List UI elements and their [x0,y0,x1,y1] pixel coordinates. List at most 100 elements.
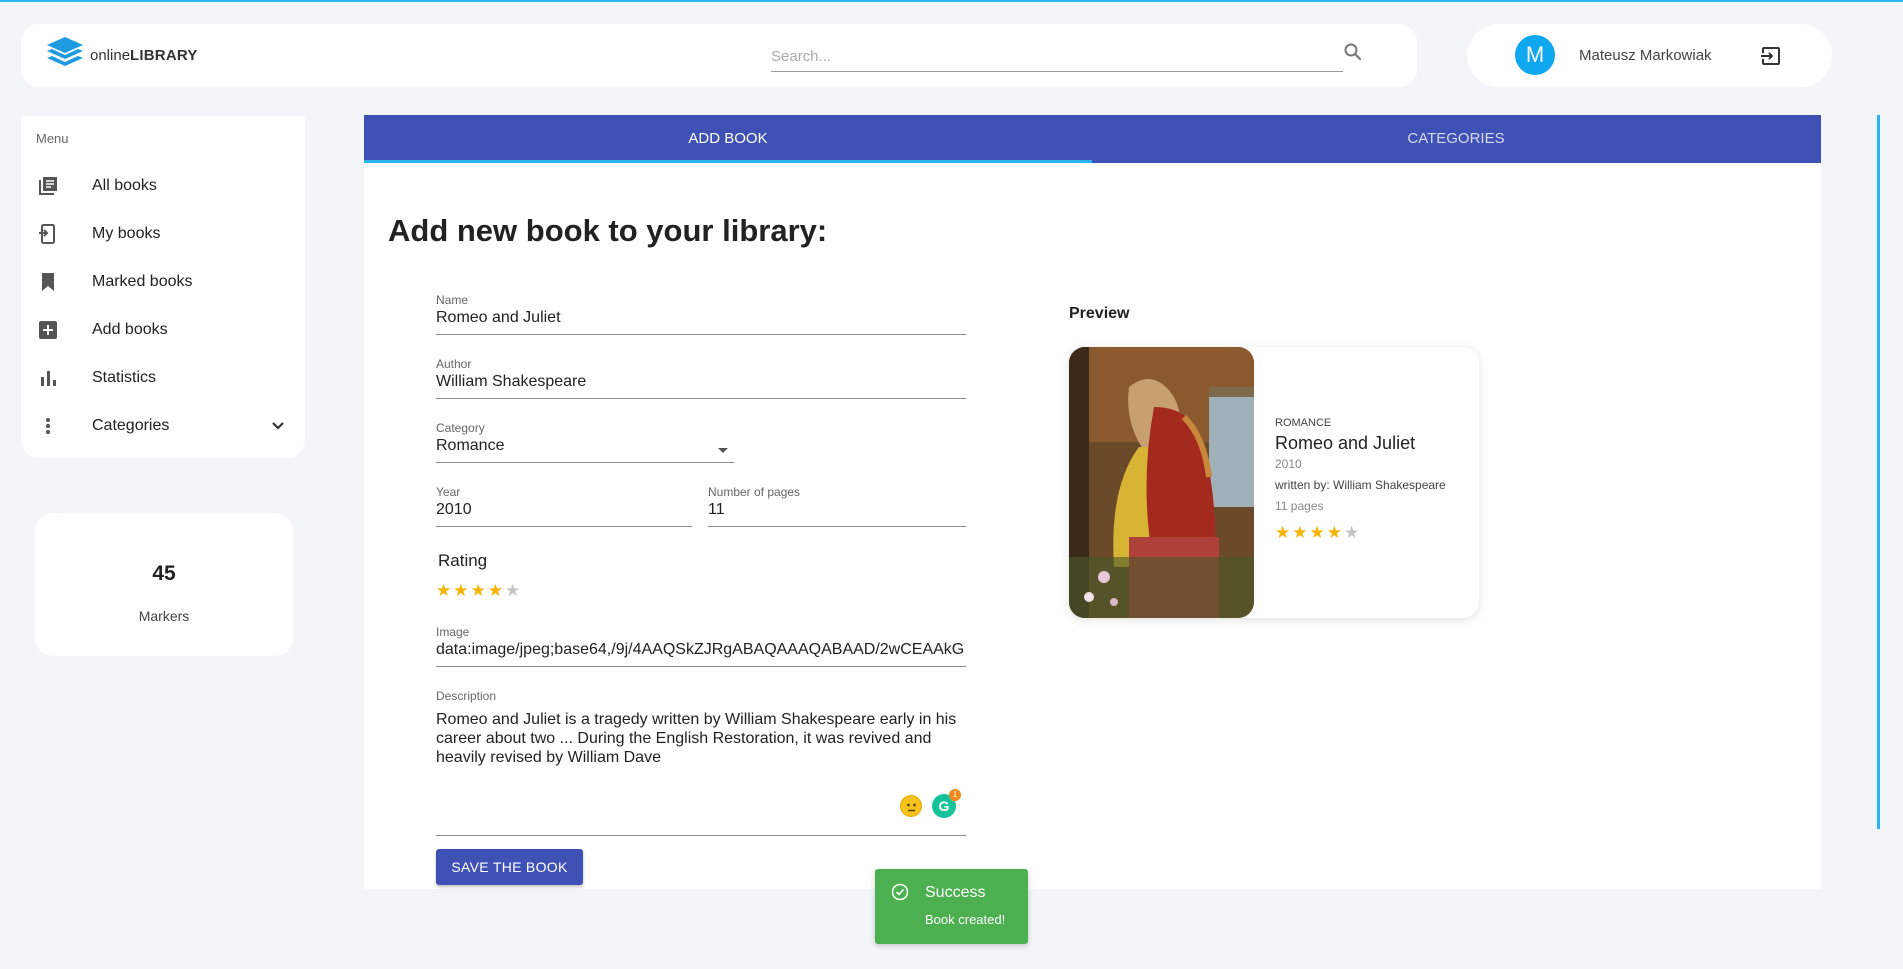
category-label: Category [436,421,485,435]
image-field[interactable]: Image data:image/jpeg;base64,/9j/4AAQSkZ… [436,625,966,667]
field-underline [436,334,966,335]
preview-year: 2010 [1275,457,1302,471]
my-books-icon [39,224,55,244]
chevron-down-icon[interactable] [269,417,287,435]
check-circle-icon [891,883,909,901]
preview-rating-stars: ★ ★ ★ ★ ★ [1275,524,1359,541]
tab-categories[interactable]: CATEGORIES [1092,115,1820,163]
menu-title: Menu [36,131,69,146]
name-field[interactable]: Name Romeo and Juliet [436,293,966,335]
pages-label: Number of pages [708,485,801,499]
field-underline [436,462,734,463]
dropdown-arrow-icon[interactable] [718,448,728,453]
star-icon: ★ [1309,523,1325,542]
toast-title: Success [925,884,986,901]
author-label: Author [436,357,472,371]
pages-field[interactable]: Number of pages 11 [708,485,966,527]
markers-card: 45 Markers [35,513,293,656]
pages-input[interactable]: 11 [708,501,966,519]
layers-logo-icon[interactable] [45,34,85,74]
preview-card[interactable]: ROMANCE Romeo and Juliet 2010 written by… [1069,347,1479,618]
author-field[interactable]: Author William Shakespeare [436,357,966,399]
field-underline [436,398,966,399]
more-vert-icon [46,418,50,434]
star-icon[interactable]: ★ [453,582,468,599]
markers-count: 45 [152,562,176,585]
rating-label: Rating [438,551,488,570]
field-underline [436,666,966,667]
logout-icon[interactable] [1759,44,1783,68]
sidebar-item-categories[interactable]: Categories [21,406,305,446]
add-box-icon [39,321,57,339]
user-bar: M Mateusz Markowiak [1467,24,1832,87]
image-input[interactable]: data:image/jpeg;base64,/9j/4AAQSkZJRgABA… [436,641,966,659]
star-icon[interactable]: ★ [488,582,503,599]
rating-stars[interactable]: ★ ★ ★ ★ ★ [436,582,520,599]
library-books-icon [39,177,57,195]
star-icon[interactable]: ★ [471,582,486,599]
bar-chart-icon [41,371,56,386]
sidebar-item-label: Categories [92,417,170,434]
sidebar: Menu All books My books Marked books Add… [21,116,305,458]
star-icon[interactable]: ★ [505,582,520,599]
success-toast[interactable]: Success Book created! [875,869,1028,944]
preview-title: Romeo and Juliet [1275,433,1416,453]
description-textarea[interactable]: Romeo and Juliet is a tragedy written by… [436,710,966,767]
field-underline [436,526,692,527]
sidebar-item-marked-books[interactable]: Marked books [21,262,305,302]
sidebar-item-label: Add books [92,321,168,338]
search-icon[interactable] [1343,42,1363,62]
star-icon: ★ [1326,523,1342,542]
tab-bar: ADD BOOK CATEGORIES [364,115,1821,163]
sidebar-item-add-books[interactable]: Add books [21,310,305,350]
sidebar-item-label: All books [92,177,157,194]
brand-light: online [90,47,131,64]
brand-name[interactable]: onlineLIBRARY [90,47,198,64]
category-value[interactable]: Romance [436,437,734,455]
top-accent-line [0,0,1903,2]
save-book-button[interactable]: SAVE THE BOOK [436,849,583,885]
field-underline [708,526,966,527]
preview-pages: 11 pages [1275,499,1324,513]
description-label: Description [436,689,497,703]
sidebar-item-my-books[interactable]: My books [21,214,305,254]
scrollbar[interactable] [1877,115,1880,829]
sidebar-item-label: Marked books [92,273,193,290]
active-tab-indicator [364,160,1092,163]
bookmark-icon [42,273,54,291]
name-input[interactable]: Romeo and Juliet [436,309,966,327]
brand-bold: LIBRARY [130,47,198,64]
image-label: Image [436,625,470,639]
star-icon: ★ [1275,523,1291,542]
markers-label: Markers [138,608,190,624]
sidebar-item-statistics[interactable]: Statistics [21,358,305,398]
user-name: Mateusz Markowiak [1579,47,1712,64]
book-cover-image [1069,347,1254,618]
name-label: Name [436,293,469,307]
sidebar-item-all-books[interactable]: All books [21,166,305,206]
grammarly-count-badge: 1 [949,789,961,801]
preview-label: Preview [1069,305,1130,322]
avatar[interactable]: M [1515,35,1555,75]
main-panel: ADD BOOK CATEGORIES Add new book to your… [364,115,1821,889]
field-underline [436,835,966,836]
preview-category: ROMANCE [1275,417,1332,429]
year-input[interactable]: 2010 [436,501,692,519]
year-label: Year [436,485,461,499]
tab-add-book[interactable]: ADD BOOK [364,115,1092,163]
category-select[interactable]: Category Romance [436,421,734,463]
star-icon[interactable]: ★ [436,582,451,599]
star-icon: ★ [1292,523,1308,542]
sidebar-item-label: My books [92,225,161,242]
sidebar-item-label: Statistics [92,369,157,386]
star-icon: ★ [1344,523,1360,542]
search-input[interactable] [771,42,1343,70]
emoji-icon[interactable] [900,795,922,817]
year-field[interactable]: Year 2010 [436,485,692,527]
author-input[interactable]: William Shakespeare [436,373,966,391]
header-bar: onlineLIBRARY [21,24,1417,87]
toast-message: Book created! [925,912,1006,927]
preview-author: written by: William Shakespeare [1275,478,1446,492]
search-field[interactable] [771,42,1343,72]
page-title: Add new book to your library: [388,213,828,248]
